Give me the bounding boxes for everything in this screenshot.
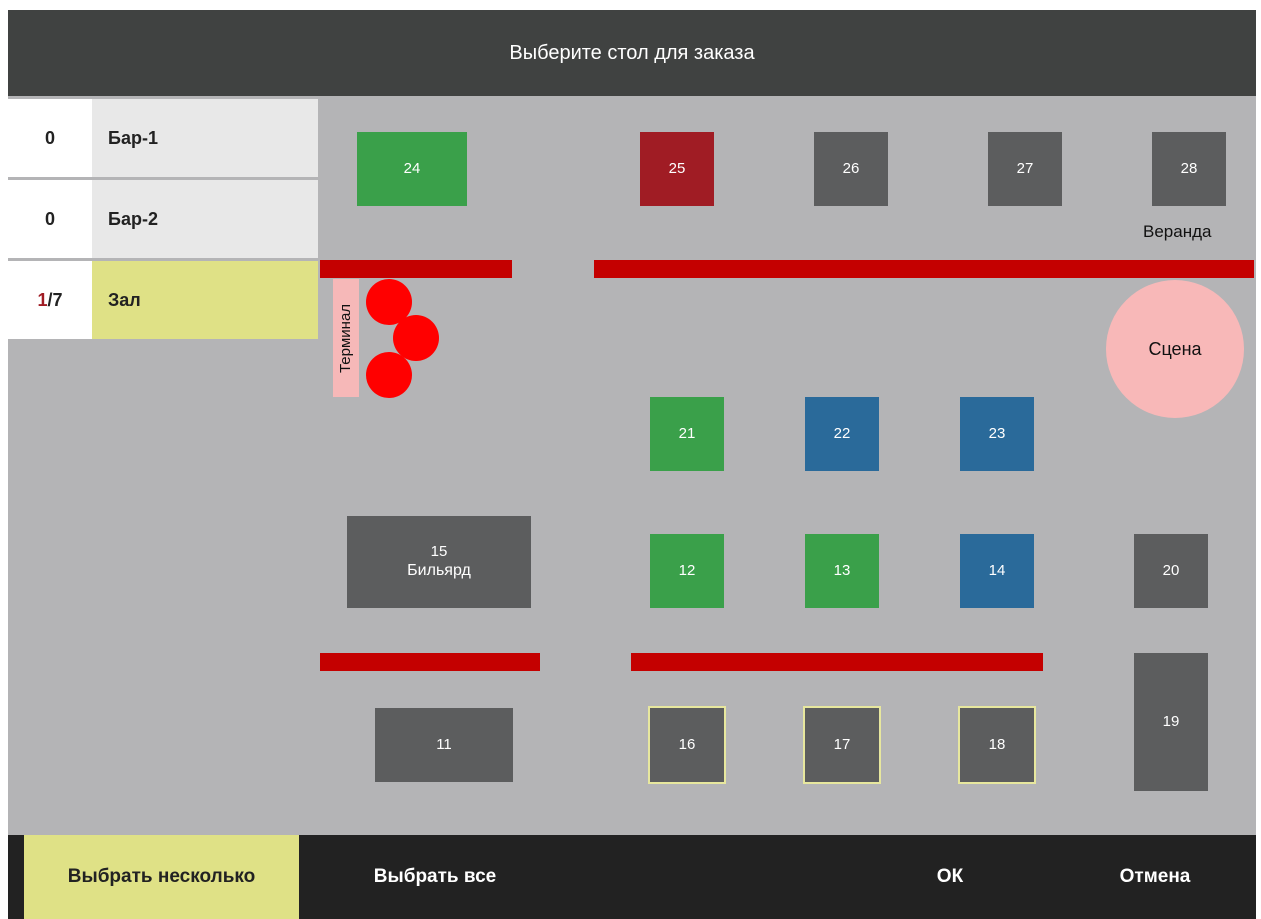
table-number: 11 [436,736,452,753]
table-number: 18 [988,736,1006,753]
table-14[interactable]: 14 [960,534,1034,608]
table-number: 27 [1016,160,1034,177]
room-item-bar1[interactable]: 0 Бар-1 [8,99,318,177]
table-26[interactable]: 26 [814,132,888,206]
room-name: Бар-1 [92,99,318,177]
room-count-selected: 1 [37,289,48,310]
room-count: 0 [8,180,92,258]
table-27[interactable]: 27 [988,132,1062,206]
room-item-bar2[interactable]: 0 Бар-2 [8,180,318,258]
table-number: 15 [430,543,448,561]
room-count: 1/7 [8,261,92,339]
table-28[interactable]: 28 [1152,132,1226,206]
table-11[interactable]: 11 [375,708,513,782]
table-12[interactable]: 12 [650,534,724,608]
stage-label: Сцена [1148,338,1202,359]
room-count: 0 [8,99,92,177]
table-19[interactable]: 19 [1134,653,1208,791]
room-name: Бар-2 [92,180,318,258]
page-title: Выберите стол для заказа [8,10,1256,96]
table-number: 28 [1180,160,1198,177]
table-24[interactable]: 24 [357,132,467,206]
wall [320,260,512,278]
table-number: 24 [403,160,421,177]
table-number: 14 [988,562,1006,579]
table-18[interactable]: 18 [958,706,1036,784]
chair [366,352,412,398]
select-multiple-button[interactable]: Выбрать несколько [24,835,299,919]
table-number: 20 [1162,562,1180,579]
table-number: 12 [678,562,696,579]
table-13[interactable]: 13 [805,534,879,608]
table-number: 16 [678,736,696,753]
terminal-zone: Терминал [333,279,359,397]
terminal-label: Терминал [337,303,355,373]
table-number: 21 [678,425,696,442]
room-name: Зал [92,261,318,339]
room-count-total: /7 [47,289,63,310]
table-21[interactable]: 21 [650,397,724,471]
ok-button[interactable]: ОК [885,835,1015,919]
table-number: 23 [988,425,1006,442]
room-item-hall[interactable]: 1/7 Зал [8,261,318,339]
wall [631,653,1043,671]
cancel-button[interactable]: Отмена [1080,835,1230,919]
table-number: 17 [833,736,851,753]
table-number: 26 [842,160,860,177]
table-20[interactable]: 20 [1134,534,1208,608]
table-number: 22 [833,425,851,442]
table-22[interactable]: 22 [805,397,879,471]
wall [594,260,1254,278]
wall [320,653,540,671]
table-number: 25 [668,160,686,177]
table-25[interactable]: 25 [640,132,714,206]
table-23[interactable]: 23 [960,397,1034,471]
veranda-label: Веранда [1143,222,1212,241]
select-all-button[interactable]: Выбрать все [300,835,570,919]
table-15[interactable]: 15 Бильярд [347,516,531,608]
table-number: 13 [833,562,851,579]
stage: Сцена [1106,280,1244,418]
table-number: 19 [1162,713,1180,730]
table-17[interactable]: 17 [803,706,881,784]
table-16[interactable]: 16 [648,706,726,784]
table-caption: Бильярд [407,562,471,580]
